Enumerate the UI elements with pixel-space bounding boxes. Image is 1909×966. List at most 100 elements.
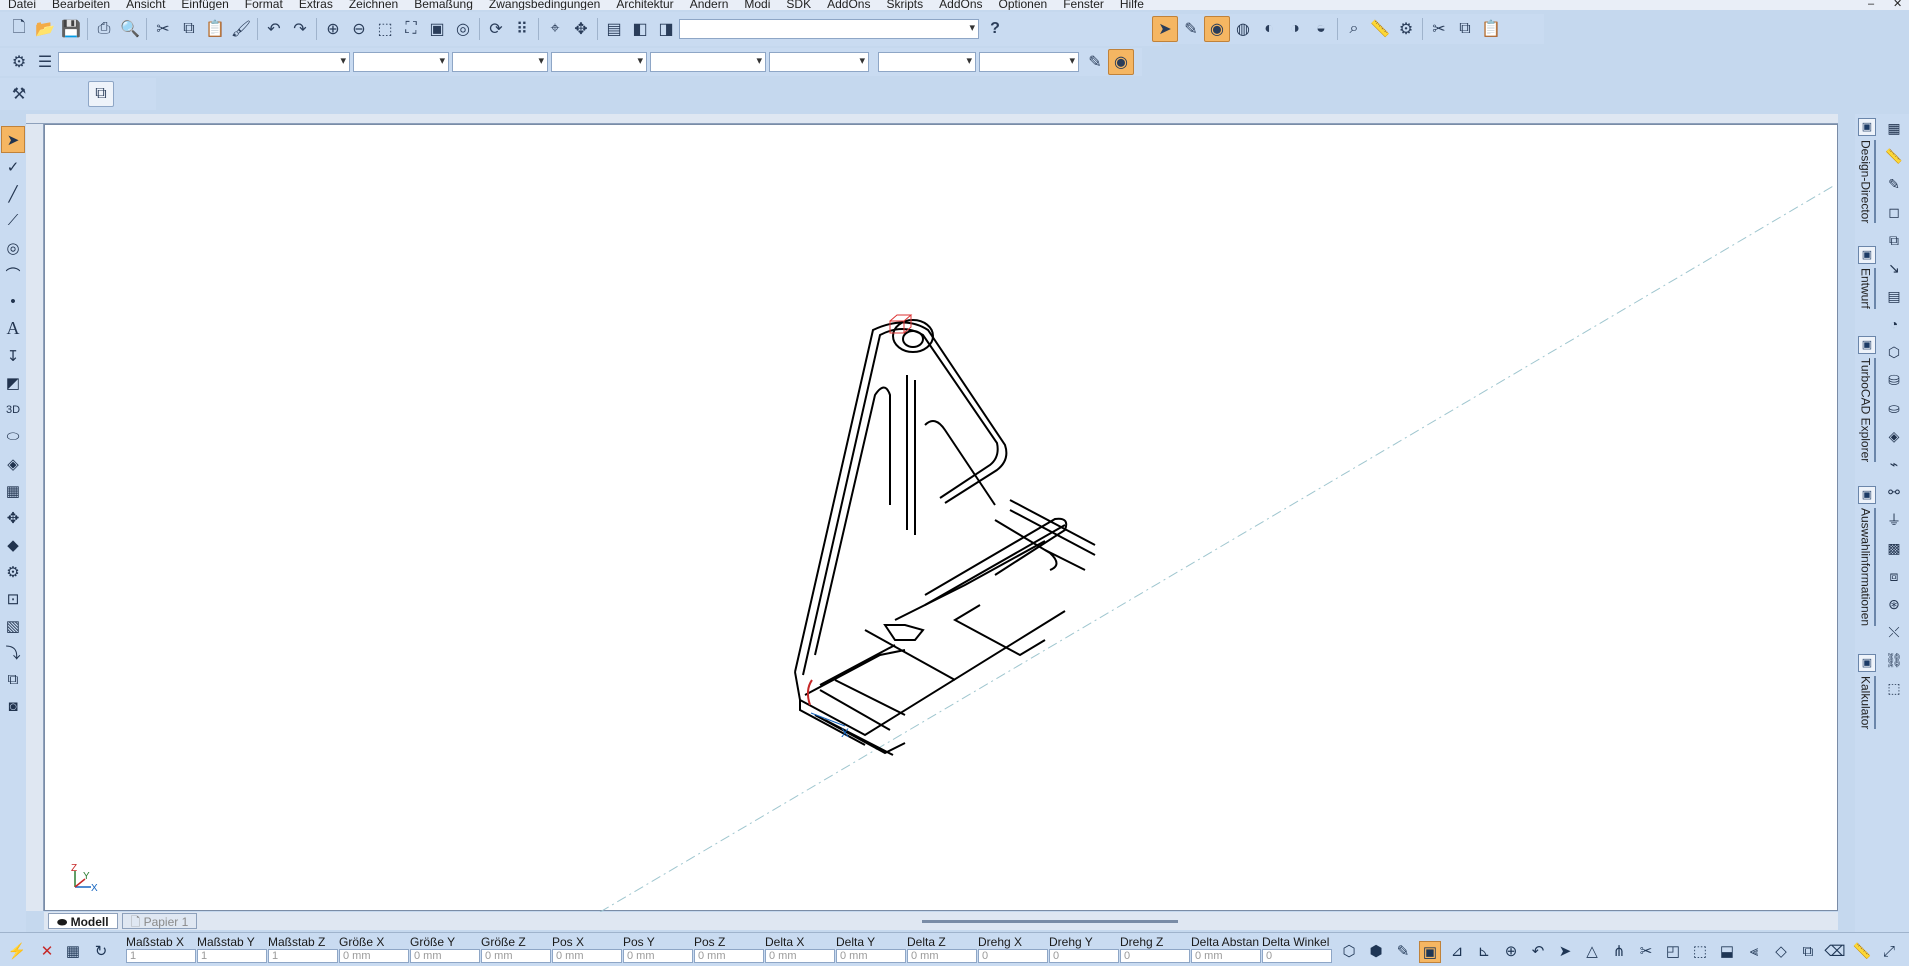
arrow-icon[interactable]: ↘ [1882,254,1906,282]
target-icon[interactable]: ⊛ [1882,590,1906,618]
solid-icon[interactable]: ⬭ [1,423,25,450]
modify-icon[interactable]: ◆ [1,531,25,558]
linetype-combo[interactable] [452,52,548,72]
command-combo[interactable] [679,19,979,39]
new-file-icon[interactable]: 🗋 [6,16,32,42]
group-icon[interactable]: ⧉ [1797,941,1819,963]
hatch-icon[interactable]: ▦ [1,477,25,504]
status-field-input[interactable]: 0 mm [907,949,977,963]
status-field-input[interactable]: 0 mm [339,949,409,963]
camera-icon[interactable]: ◙ [1,693,25,720]
minimize-button[interactable]: – [1868,0,1874,10]
render-box-icon[interactable]: ⬡ [1338,941,1360,963]
dock-panel-tab[interactable]: ▣ Auswahlinformationen [1856,486,1878,627]
menu-item[interactable]: Architektur [608,0,681,10]
undo-icon[interactable]: ↶ [261,16,287,42]
layer-view-icon[interactable]: ▣ [1419,941,1441,963]
match-properties-icon[interactable]: ✎ [1082,49,1108,75]
arc-icon[interactable]: ⌒ [1,261,25,288]
print-icon[interactable]: ⎙ [91,16,117,42]
help-button[interactable]: ? [982,16,1008,42]
cancel-icon[interactable]: ✕ [36,941,58,963]
refresh-icon[interactable]: ↻ [90,941,112,963]
zoom-out-icon[interactable]: ⊖ [346,16,372,42]
status-field-input[interactable]: 0 mm [836,949,906,963]
erase-icon[interactable]: ⌫ [1824,941,1846,963]
dimension-icon[interactable]: ↧ [1,342,25,369]
view-manager-icon[interactable]: ⧉ [88,81,114,107]
menu-item[interactable]: Modi [736,0,778,10]
menu-item[interactable]: AddOns [819,0,878,10]
status-field-input[interactable]: 0 mm [694,949,764,963]
workplane-icon[interactable]: ◧ [627,16,653,42]
snap-toggle-icon[interactable]: ⚡ [6,941,28,963]
menu-item[interactable]: Einfügen [173,0,236,10]
status-field-input[interactable]: 0 mm [1191,949,1261,963]
node-icon[interactable]: ◻ [1882,198,1906,226]
snap-grid-icon[interactable]: ▦ [1882,114,1906,142]
status-field-input[interactable]: 0 [1262,949,1332,963]
color-combo[interactable] [353,52,449,72]
filter-icon[interactable]: ⏚ [1882,506,1906,534]
insert-icon[interactable]: ⤵ [1,639,25,666]
status-field-input[interactable]: 0 mm [410,949,480,963]
settings-gear-icon[interactable]: ⚙ [6,49,32,75]
open-folder-icon[interactable]: 📂 [32,16,58,42]
status-field-input[interactable]: 0 mm [623,949,693,963]
hatch-combo[interactable] [878,52,976,72]
zoom-previous-icon[interactable]: ◎ [450,16,476,42]
menu-item[interactable]: Fenster [1055,0,1112,10]
snap-node-icon[interactable]: ⊿ [1446,941,1468,963]
measure-icon[interactable]: 📏 [1367,16,1393,42]
snap-settings-icon[interactable]: ⚒ [6,81,32,107]
copy-solid-icon[interactable]: ⧈ [1882,562,1906,590]
menu-item[interactable]: Optionen [991,0,1056,10]
pen-style-combo[interactable] [650,52,766,72]
zoom-extents-icon[interactable]: ⛶ [398,16,424,42]
status-field-input[interactable]: 1 [268,949,338,963]
select-arrow-icon[interactable]: ➤ [1554,941,1576,963]
menu-item[interactable]: Ansicht [118,0,173,10]
frame-icon[interactable]: ⬚ [1689,941,1711,963]
ruler-icon[interactable]: 📏 [1851,941,1873,963]
status-field-input[interactable]: 0 mm [765,949,835,963]
snap-center-icon[interactable]: ⊕ [1500,941,1522,963]
menu-item[interactable]: Datei [0,0,44,10]
scale-icon[interactable]: ⤢ [1878,941,1900,963]
properties-icon[interactable]: ⚙ [1393,16,1419,42]
shape-icon[interactable]: ◩ [1,369,25,396]
layer-manager-icon[interactable]: ☰ [32,49,58,75]
menu-item[interactable]: Hilfe [1112,0,1152,10]
menu-item[interactable]: Extras [291,0,341,10]
status-field-input[interactable]: 0 [978,949,1048,963]
redo-icon[interactable]: ↷ [287,16,313,42]
chain-icon[interactable]: ⛓ [1882,646,1906,674]
menu-item[interactable]: Bearbeiten [44,0,118,10]
render-wireframe-icon[interactable]: ◉ [1204,16,1230,42]
layer-combo[interactable] [58,52,350,72]
menu-item[interactable]: AddOns [931,0,990,10]
close-window-button[interactable]: ✕ [1893,0,1902,10]
paste-icon[interactable]: 📋 [202,16,228,42]
group-icon[interactable]: ⧉ [1,666,25,693]
line-icon[interactable]: ⟋ [1,207,25,234]
linewidth-combo[interactable] [551,52,647,72]
render-toggle-icon[interactable]: ◉ [1108,49,1134,75]
pan-icon[interactable]: ✥ [568,16,594,42]
view-icon[interactable]: ◨ [653,16,679,42]
workplane-icon[interactable]: ▧ [1,612,25,639]
render-shaded-icon[interactable]: ◐ [1256,16,1282,42]
status-field-input[interactable]: 0 [1049,949,1119,963]
status-field-input[interactable]: 1 [126,949,196,963]
zoom-page-icon[interactable]: ▣ [424,16,450,42]
grid-panel-icon[interactable]: ▩ [1882,534,1906,562]
layer-icon[interactable]: ▤ [601,16,627,42]
render-hidden-icon[interactable]: ◍ [1230,16,1256,42]
format-painter-icon[interactable]: 🖌 [228,16,254,42]
render-quality-icon[interactable]: ◑ [1282,16,1308,42]
menu-item[interactable]: Zwangsbedingungen [481,0,608,10]
table-icon[interactable]: ▤ [1882,282,1906,310]
hierarchy-icon[interactable]: ⋔ [1608,941,1630,963]
circle-tool-icon[interactable]: ◔ [1882,310,1906,338]
status-field-input[interactable]: 1 [197,949,267,963]
